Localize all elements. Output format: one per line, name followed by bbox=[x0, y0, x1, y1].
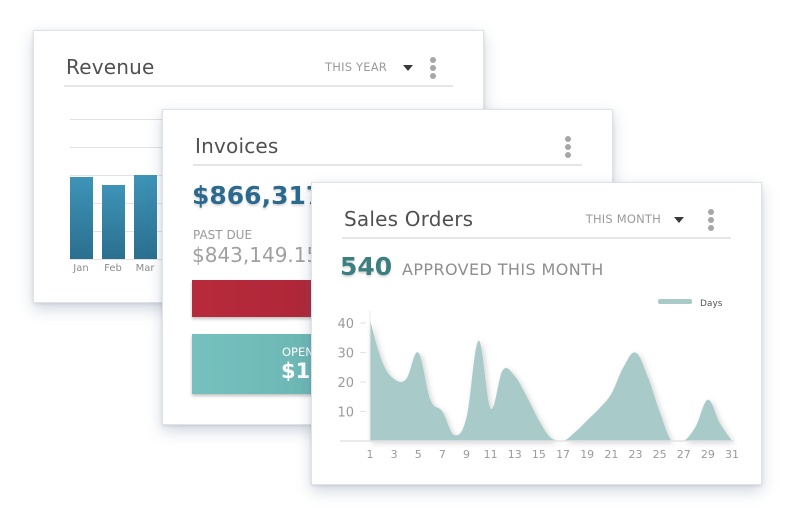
revenue-header: Revenue THIS YEAR bbox=[64, 31, 453, 87]
revenue-bar-label: Feb bbox=[104, 263, 122, 274]
x-tick-label: 27 bbox=[677, 448, 691, 461]
more-options-icon[interactable] bbox=[564, 136, 572, 158]
x-tick-label: 1 bbox=[367, 448, 374, 461]
invoices-header: Invoices bbox=[193, 110, 582, 166]
y-tick-label: 10 bbox=[337, 406, 354, 421]
x-tick-label: 29 bbox=[701, 448, 715, 461]
legend-label: Days bbox=[700, 299, 723, 309]
x-tick-label: 19 bbox=[580, 448, 594, 461]
legend-swatch bbox=[658, 299, 692, 304]
x-tick-label: 21 bbox=[604, 448, 618, 461]
x-tick-label: 25 bbox=[653, 448, 667, 461]
x-tick-label: 7 bbox=[439, 448, 446, 461]
x-tick-label: 31 bbox=[725, 448, 739, 461]
revenue-title: Revenue bbox=[66, 55, 155, 79]
open-label: OPEN bbox=[282, 345, 314, 359]
past-due-label: PAST DUE bbox=[193, 228, 253, 242]
revenue-bar[interactable] bbox=[70, 177, 93, 259]
invoices-title: Invoices bbox=[195, 134, 279, 158]
x-tick-label: 11 bbox=[484, 448, 498, 461]
y-tick-label: 40 bbox=[337, 317, 354, 332]
revenue-bar-label: Jan bbox=[73, 263, 89, 274]
y-tick-label: 30 bbox=[337, 347, 354, 362]
x-tick-label: 15 bbox=[532, 448, 546, 461]
x-tick-label: 17 bbox=[556, 448, 570, 461]
revenue-period-select[interactable]: THIS YEAR bbox=[325, 60, 387, 74]
chevron-down-icon[interactable] bbox=[403, 65, 413, 71]
revenue-bar[interactable] bbox=[134, 175, 157, 259]
days-area-series[interactable] bbox=[370, 320, 732, 441]
x-tick-label: 13 bbox=[508, 448, 522, 461]
sales-orders-chart: 1 3 5 7 9 11 13 15 17 19 21 23 25 27 29 3110203040Days bbox=[337, 299, 739, 461]
more-options-icon[interactable] bbox=[429, 57, 437, 79]
sales-orders-card: Sales Orders THIS MONTH 540 APPROVED THI… bbox=[311, 182, 762, 485]
revenue-bar-label: Mar bbox=[135, 263, 155, 274]
revenue-bar[interactable] bbox=[102, 185, 125, 259]
x-tick-label: 3 bbox=[391, 448, 398, 461]
x-tick-label: 23 bbox=[628, 448, 642, 461]
x-tick-label: 9 bbox=[463, 448, 470, 461]
y-tick-label: 20 bbox=[337, 376, 354, 391]
past-due-value: $843,149.15 bbox=[192, 243, 320, 267]
x-tick-label: 5 bbox=[415, 448, 422, 461]
